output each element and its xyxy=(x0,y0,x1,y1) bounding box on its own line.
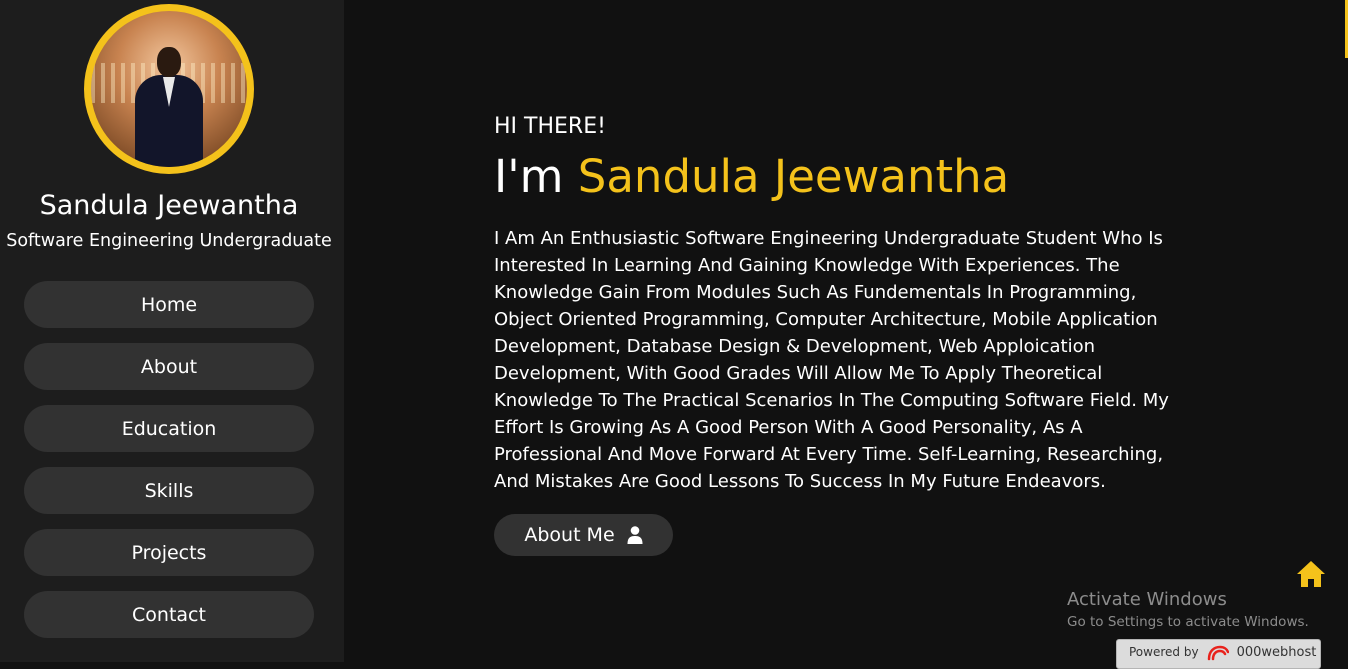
host-badge-brand: 000webhost xyxy=(1236,645,1317,660)
nav-projects[interactable]: Projects xyxy=(24,529,314,576)
nav-education[interactable]: Education xyxy=(24,405,314,452)
watermark-title: Activate Windows xyxy=(1067,589,1227,610)
host-badge[interactable]: Powered by 000webhost xyxy=(1116,639,1321,669)
about-me-button[interactable]: About Me xyxy=(494,514,673,556)
avatar-figure-head xyxy=(157,47,181,77)
hero-heading-prefix: I'm xyxy=(494,150,578,203)
hero-greeting: HI THERE! xyxy=(494,114,606,139)
nav-about[interactable]: About xyxy=(24,343,314,390)
profile-avatar xyxy=(84,4,254,174)
profile-name: Sandula Jeewantha xyxy=(39,190,299,221)
about-me-button-label: About Me xyxy=(524,524,615,546)
host-badge-prefix: Powered by xyxy=(1129,645,1199,659)
hero-bio: I Am An Enthusiastic Software Engineerin… xyxy=(494,228,1169,492)
windows-activation-watermark: Activate Windows Go to Settings to activ… xyxy=(1067,589,1309,630)
hero-heading-name: Sandula Jeewantha xyxy=(577,150,1010,203)
nav-home[interactable]: Home xyxy=(24,281,314,328)
home-icon[interactable] xyxy=(1296,560,1326,588)
sidebar: Sandula Jeewantha Software Engineering U… xyxy=(0,0,344,662)
profile-role: Software Engineering Undergraduate xyxy=(6,231,332,251)
user-icon xyxy=(627,526,643,544)
nav-skills[interactable]: Skills xyxy=(24,467,314,514)
hero-heading: I'm Sandula Jeewantha xyxy=(494,150,1009,203)
host-logo-icon xyxy=(1207,645,1229,661)
nav-contact[interactable]: Contact xyxy=(24,591,314,638)
watermark-subtitle: Go to Settings to activate Windows. xyxy=(1067,614,1309,630)
